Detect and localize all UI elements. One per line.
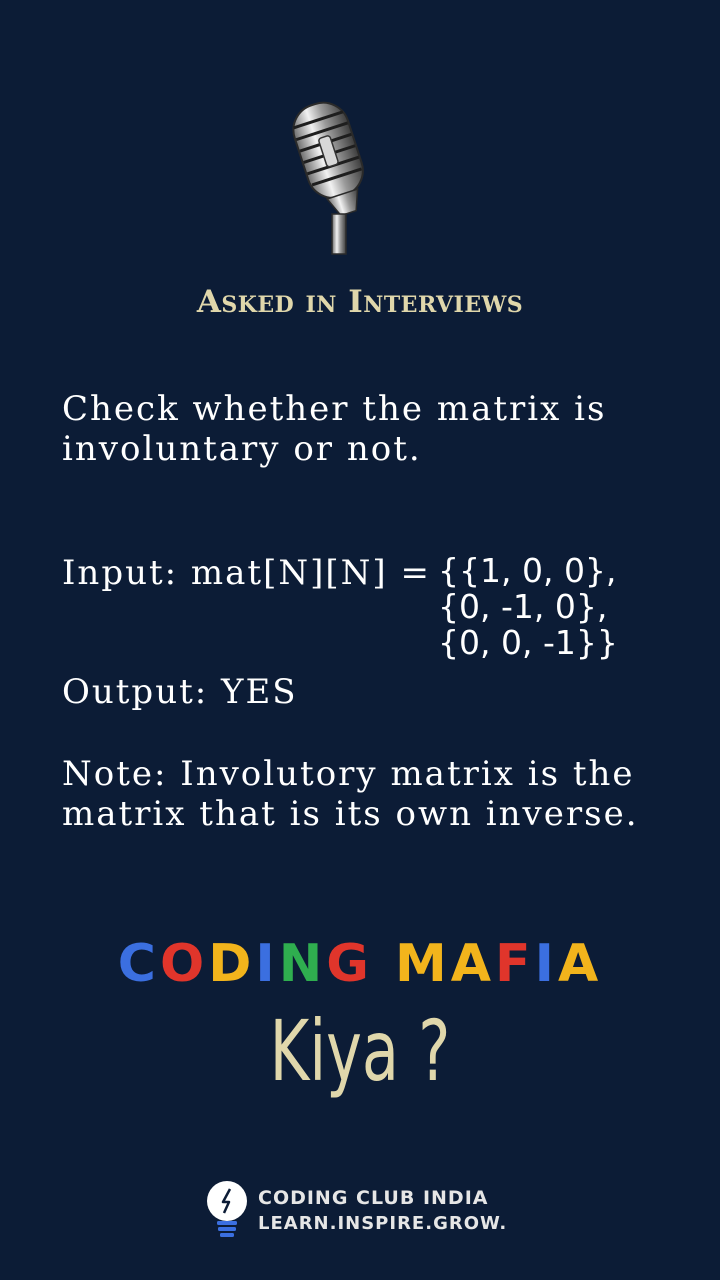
matrix-row: {{1, 0, 0}, [438,551,617,590]
brand-letter: G [326,934,373,994]
note-text: Note: Involutory matrix is the matrix th… [62,754,639,834]
page-title: Asked in Interviews [196,284,524,320]
club-motto: LEARN.INSPIRE.GROW. [258,1213,508,1234]
brand-letter [373,934,395,994]
matrix-row: {0, 0, -1}} [438,623,618,662]
brand-letter: C [117,934,160,994]
tagline: Kiya ? [269,1002,451,1100]
lightbulb-icon [207,1181,247,1237]
brand-letter: A [450,934,496,994]
brand-wordmark: CODING MAFIA [0,934,720,994]
matrix-row: {0, -1, 0}, [438,587,608,626]
brand-letter: N [278,934,327,994]
brand-letter: F [495,934,535,994]
brand-letter: O [159,934,209,994]
brand-letter: M [395,934,451,994]
club-name: CODING CLUB INDIA [258,1187,489,1209]
output-text: Output: YES [62,672,298,712]
brand-letter: A [557,934,603,994]
brand-letter: I [255,934,279,994]
brand-letter: D [208,934,256,994]
question-text: Check whether the matrix is involuntary … [62,389,607,469]
matrix-value: {{1, 0, 0}, {0, -1, 0}, {0, 0, -1}} [438,553,618,661]
brand-letter: I [534,934,558,994]
input-label: Input: mat[N][N] = [62,553,431,593]
microphone-icon [292,101,364,255]
